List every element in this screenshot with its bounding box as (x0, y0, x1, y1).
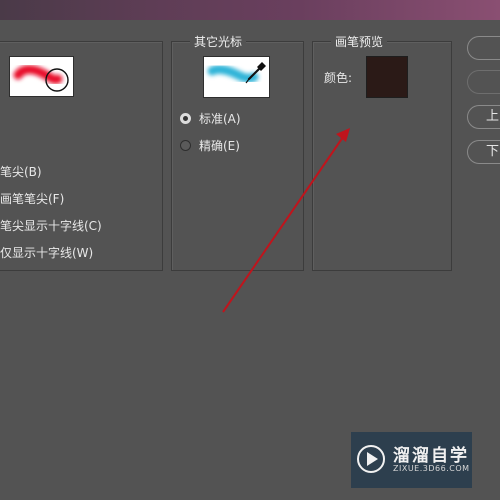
watermark: 溜溜自学 ZIXUE.3D66.COM (351, 432, 472, 488)
watermark-title: 溜溜自学 (393, 446, 469, 466)
annotation-arrow-icon (222, 128, 350, 313)
watermark-url: ZIXUE.3D66.COM (393, 464, 470, 473)
play-logo-icon (357, 445, 385, 473)
